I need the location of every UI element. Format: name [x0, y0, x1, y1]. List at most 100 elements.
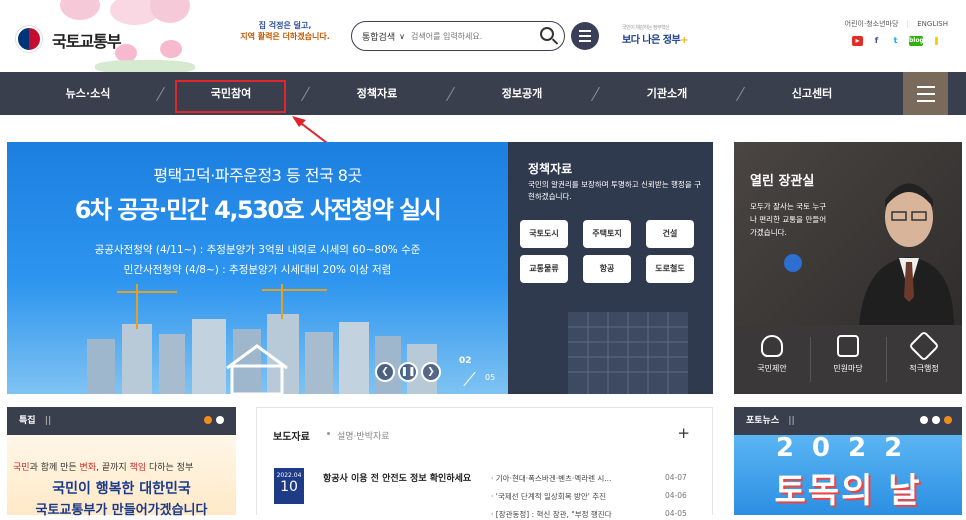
special-word1: 국민: [13, 463, 30, 473]
nav-news[interactable]: 뉴스·소식: [33, 72, 143, 115]
policy-button-aviation[interactable]: 항공: [583, 255, 631, 283]
photo-news-section: 포토뉴스 || 2022 토목의 날: [734, 407, 962, 515]
photo-pager: [920, 416, 952, 424]
photo-news-header: 포토뉴스 ||: [734, 407, 962, 435]
search-menu-button[interactable]: [571, 22, 599, 50]
policy-button-housing[interactable]: 주택토지: [583, 220, 631, 248]
shortcut-civil[interactable]: 민원마당: [810, 325, 886, 394]
search-icon[interactable]: [540, 27, 554, 41]
photo-news-image[interactable]: 2022 토목의 날: [734, 435, 962, 515]
pause-icon[interactable]: ❚❚: [398, 362, 418, 382]
english-link[interactable]: ENGLISH: [917, 20, 948, 28]
minister-desc: 모두가 잘사는 국토 누구나 편리한 교통을 만들어가겠습니다.: [750, 202, 827, 237]
shortcut-civil-label: 민원마당: [833, 364, 863, 373]
special-text3: 다하는 정부: [146, 463, 194, 473]
site-logo-text[interactable]: 국토교통부: [52, 28, 122, 52]
building-photo: [568, 312, 688, 394]
youtube-icon[interactable]: ▸: [852, 36, 863, 46]
facebook-icon[interactable]: f: [871, 36, 882, 46]
special-line2: 국민이 행복한 대한민국: [52, 481, 191, 497]
play-icon[interactable]: [784, 254, 802, 272]
better-government-logo[interactable]: 국민이 체감하는 정부혁신 보다 나은 정부+: [622, 24, 689, 46]
special-line3: 국토교통부가 만들어가겠습니다: [35, 503, 208, 518]
chevron-down-icon[interactable]: ∨: [399, 32, 405, 41]
search-box: 통합검색 ∨: [351, 21, 565, 51]
shortcut-active[interactable]: 적극행정: [886, 325, 962, 394]
policy-button-roads[interactable]: 도로철도: [646, 255, 694, 283]
press-date-ym: 2022.04: [276, 472, 302, 479]
search-category-select[interactable]: 통합검색: [362, 30, 395, 43]
shortcut-proposal[interactable]: 국민제안: [734, 325, 810, 394]
press-main-title[interactable]: 항공사 이용 전 안전도 정보 확인하세요: [323, 473, 473, 486]
pager-dot-active[interactable]: [944, 416, 952, 424]
press-item[interactable]: · '국제선 단계적 일상회복 방안' 추진: [491, 491, 606, 502]
twitter-icon[interactable]: t: [890, 36, 901, 46]
document-hand-icon: [837, 335, 859, 357]
nav-separator: [736, 86, 745, 102]
special-word2: 변화: [79, 463, 97, 473]
policy-button-logistics[interactable]: 교통물류: [520, 255, 568, 283]
special-line1: 국민과 함께 만든 변화, 끝까지 책임 다하는 정부: [13, 460, 193, 473]
next-icon[interactable]: ❯: [421, 362, 441, 382]
nav-disclosure[interactable]: 정보공개: [467, 72, 577, 115]
page-separator: [463, 371, 476, 387]
special-title[interactable]: 특집: [19, 416, 36, 426]
prev-icon[interactable]: ❮: [375, 362, 395, 382]
banner-page-current: 02: [459, 356, 472, 366]
kakao-icon[interactable]: ❚: [931, 36, 942, 46]
pager-dot-active[interactable]: [204, 416, 212, 424]
minister-panel: 열린 장관실 모두가 잘사는 국토 누구나 편리한 교통을 만들어가겠습니다. …: [734, 142, 962, 394]
tab-explanation[interactable]: 설명·반박자료: [337, 429, 390, 442]
press-item[interactable]: · 기아·현대·폭스바겐·벤츠·멕라렌 시...: [491, 473, 611, 484]
slogan-line2: 지역 활력은 더하겠습니다.: [240, 32, 330, 41]
utility-links: 어린이·청소년마당 | ENGLISH: [844, 20, 948, 28]
nav-participation[interactable]: 국민참여: [176, 72, 286, 115]
special-banner[interactable]: 국민과 함께 만든 변화, 끝까지 책임 다하는 정부 국민이 행복한 대한민국…: [7, 435, 236, 518]
policy-panel: 정책자료 국민의 알권리를 보장하며 투명하고 신뢰받는 행정을 구현하겠습니다…: [508, 142, 713, 394]
shortcut-proposal-label: 국민제안: [757, 364, 787, 373]
photo-news-title[interactable]: 포토뉴스: [746, 416, 779, 426]
tab-press-release[interactable]: 보도자료: [273, 428, 310, 443]
special-header: 특집 ||: [7, 407, 236, 435]
policy-button-construction[interactable]: 건설: [646, 220, 694, 248]
press-date-day: 10: [280, 479, 298, 495]
policy-title[interactable]: 정책자료: [528, 160, 572, 177]
pager-dot[interactable]: [216, 416, 224, 424]
press-item-date: 04-05: [665, 509, 687, 518]
minister-title[interactable]: 열린 장관실: [750, 170, 814, 189]
banner-title2: 6차 공공·민간 4,530호 사전청약 실시: [74, 196, 442, 224]
main-navigation: 뉴스·소식 국민참여 정책자료 정보공개 기관소개 신고센터: [0, 72, 966, 115]
banner-line1: 공공사전청약 (4/11~) : 추정분양가 3억원 내외로 시세의 60~80…: [94, 244, 421, 256]
policy-button-urban[interactable]: 국토도시: [520, 220, 568, 248]
sns-links: ▸ f t blog ❚: [852, 36, 942, 46]
all-menu-button[interactable]: [903, 72, 948, 115]
special-text1: 과 함께 만든: [29, 463, 80, 473]
kids-link[interactable]: 어린이·청소년마당: [845, 20, 899, 28]
press-item-date: 04-07: [665, 473, 687, 482]
banner-controls: ❮ ❚❚ ❯: [375, 362, 441, 382]
minister-shortcuts: 국민제안 민원마당 적극행정: [734, 325, 962, 394]
pager-dot[interactable]: [920, 416, 928, 424]
press-release-section: 보도자료 설명·반박자료 + 2022.04 10 항공사 이용 전 안전도 정…: [256, 407, 713, 519]
photo-text: 토목의 날: [774, 471, 922, 511]
special-pager: [204, 416, 224, 424]
government-emblem-icon[interactable]: [16, 26, 42, 52]
nav-report[interactable]: 신고센터: [757, 72, 867, 115]
better-gov-sub: 국민이 체감하는 정부혁신: [622, 25, 670, 31]
blog-icon[interactable]: blog: [909, 36, 924, 46]
slogan-line1: 집 걱정은 덜고,: [258, 21, 312, 30]
nav-about[interactable]: 기관소개: [612, 72, 722, 115]
banner-title1: 평택고덕·파주운정3 등 전국 8곳: [153, 166, 362, 185]
pager-dot[interactable]: [932, 416, 940, 424]
plus-icon: +: [680, 35, 689, 46]
better-gov-text: 보다 나은 정부: [622, 35, 681, 46]
shortcut-active-label: 적극행정: [909, 364, 939, 373]
main-banner[interactable]: 평택고덕·파주운정3 등 전국 8곳 6차 공공·민간 4,530호 사전청약 …: [7, 142, 508, 394]
special-text2: , 끝까지: [96, 463, 130, 473]
more-plus-icon[interactable]: +: [677, 424, 690, 442]
slogan: 집 걱정은 덜고, 지역 활력은 더하겠습니다.: [230, 20, 340, 42]
policy-desc: 국민의 알권리를 보장하며 투명하고 신뢰받는 행정을 구현하겠습니다.: [528, 180, 702, 201]
search-input[interactable]: [410, 31, 516, 41]
nav-policy[interactable]: 정책자료: [322, 72, 432, 115]
special-section: 특집 || 국민과 함께 만든 변화, 끝까지 책임 다하는 정부 국민이 행복…: [7, 407, 236, 518]
